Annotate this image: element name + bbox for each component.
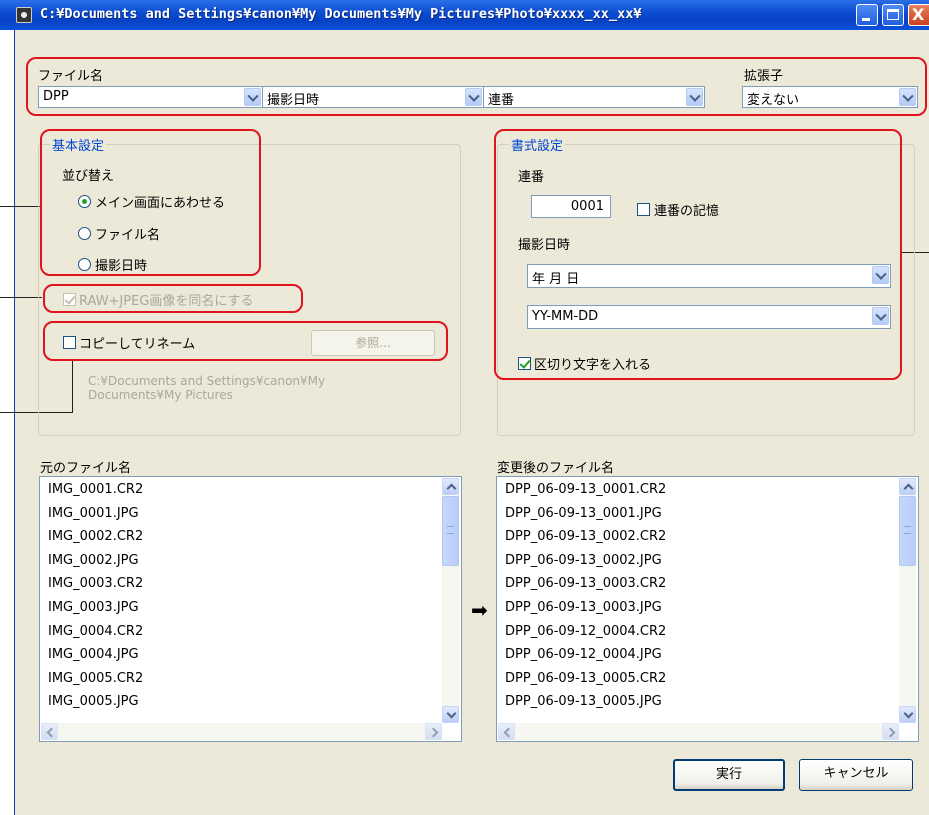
chevron-down-icon[interactable] xyxy=(686,88,703,106)
browse-button[interactable]: 参照... xyxy=(311,330,435,356)
filename-part2-value: 撮影日時 xyxy=(267,93,320,108)
date-order-select[interactable]: 年 月 日 xyxy=(527,264,891,288)
list-item[interactable]: IMG_0005.JPG xyxy=(48,694,139,709)
vertical-scrollbar[interactable] xyxy=(442,478,459,723)
sequence-label: 連番 xyxy=(518,170,545,185)
filename-part1-value: DPP xyxy=(43,89,69,104)
list-item[interactable]: IMG_0004.JPG xyxy=(48,647,139,662)
chevron-down-icon[interactable] xyxy=(872,307,889,325)
window-title: C:¥Documents and Settings¥canon¥My Docum… xyxy=(40,6,642,22)
list-item[interactable]: IMG_0001.JPG xyxy=(48,506,139,521)
list-item[interactable]: DPP_06-09-12_0004.JPG xyxy=(505,647,662,662)
format-highlight xyxy=(494,129,902,380)
renamed-list-label: 変更後のファイル名 xyxy=(497,461,615,476)
chevron-down-icon[interactable] xyxy=(872,266,889,284)
extension-select[interactable]: 変えない xyxy=(742,86,918,108)
checkbox-checked-icon[interactable] xyxy=(63,293,76,306)
list-item[interactable]: IMG_0003.CR2 xyxy=(48,576,143,591)
scroll-left-icon[interactable] xyxy=(498,723,515,740)
cancel-button[interactable]: キャンセル xyxy=(799,759,913,791)
chevron-down-icon[interactable] xyxy=(244,88,261,106)
rename-dialog: C:¥Documents and Settings¥canon¥My Docum… xyxy=(0,0,929,815)
filename-part1-select[interactable]: DPP xyxy=(38,86,263,108)
extension-label: 拡張子 xyxy=(744,69,784,84)
chevron-down-icon[interactable] xyxy=(899,88,916,106)
horizontal-scrollbar[interactable] xyxy=(498,723,899,740)
camera-icon xyxy=(16,7,32,23)
list-item[interactable]: DPP_06-09-13_0003.JPG xyxy=(505,600,662,615)
scroll-left-icon[interactable] xyxy=(41,723,58,740)
list-item[interactable]: DPP_06-09-13_0003.CR2 xyxy=(505,576,666,591)
scroll-down-icon[interactable] xyxy=(899,706,916,723)
minimize-button[interactable] xyxy=(856,4,878,26)
radio-icon[interactable] xyxy=(78,227,91,240)
annotation-line xyxy=(0,206,42,207)
scrollbar-thumb[interactable] xyxy=(899,496,916,566)
filename-part3-select[interactable]: 連番 xyxy=(483,86,705,108)
list-item[interactable]: DPP_06-09-12_0004.CR2 xyxy=(505,624,666,639)
maximize-button[interactable] xyxy=(882,4,904,26)
sort-label: 並び替え xyxy=(62,169,115,184)
arrow-right-icon: ➡ xyxy=(471,598,488,622)
left-margin xyxy=(0,30,14,815)
annotation-line xyxy=(0,297,42,298)
original-file-list[interactable]: IMG_0001.CR2 IMG_0001.JPG IMG_0002.CR2 IMG_… xyxy=(39,476,462,742)
list-item[interactable]: IMG_0004.CR2 xyxy=(48,624,143,639)
sequence-memory-label: 連番の記憶 xyxy=(654,204,720,219)
vertical-scrollbar[interactable] xyxy=(899,478,916,723)
radio-selected-icon[interactable] xyxy=(78,195,91,208)
sequence-value: 0001 xyxy=(570,199,604,214)
original-list-label: 元のファイル名 xyxy=(40,461,132,476)
list-item[interactable]: DPP_06-09-13_0005.CR2 xyxy=(505,671,666,686)
scrollbar-thumb[interactable] xyxy=(442,496,459,566)
list-item[interactable]: IMG_0003.JPG xyxy=(48,600,139,615)
shooting-date-label: 撮影日時 xyxy=(518,238,571,253)
close-button[interactable]: X xyxy=(908,4,929,26)
destination-path: C:¥Documents and Settings¥canon¥My Docum… xyxy=(88,374,326,402)
sort-option-label: ファイル名 xyxy=(95,228,161,243)
filename-part2-select[interactable]: 撮影日時 xyxy=(262,86,484,108)
separator-label: 区切り文字を入れる xyxy=(534,358,652,373)
scroll-down-icon[interactable] xyxy=(442,706,459,723)
raw-jpeg-label: RAW+JPEG画像を同名にする xyxy=(79,294,254,309)
date-order-value: 年 月 日 xyxy=(532,272,580,287)
list-item[interactable]: DPP_06-09-13_0001.CR2 xyxy=(505,482,666,497)
scroll-up-icon[interactable] xyxy=(442,478,459,495)
maximize-icon xyxy=(887,9,899,20)
checkbox-icon[interactable] xyxy=(63,336,76,349)
date-format-select[interactable]: YY-MM-DD xyxy=(527,305,891,329)
list-item[interactable]: DPP_06-09-13_0002.JPG xyxy=(505,553,662,568)
radio-icon[interactable] xyxy=(78,258,91,271)
run-button[interactable]: 実行 xyxy=(673,759,785,791)
filename-part3-value: 連番 xyxy=(488,93,515,108)
sort-option-label: メイン画面にあわせる xyxy=(95,196,226,211)
checkbox-checked-icon[interactable] xyxy=(518,357,531,370)
extension-value: 変えない xyxy=(747,93,800,108)
title-bar[interactable]: C:¥Documents and Settings¥canon¥My Docum… xyxy=(0,0,929,30)
close-icon: X xyxy=(912,5,925,24)
list-item[interactable]: IMG_0001.CR2 xyxy=(48,482,143,497)
scroll-right-icon[interactable] xyxy=(882,723,899,740)
chevron-down-icon[interactable] xyxy=(465,88,482,106)
renamed-file-list[interactable]: DPP_06-09-13_0001.CR2 DPP_06-09-13_0001.J… xyxy=(496,476,919,742)
list-item[interactable]: IMG_0002.CR2 xyxy=(48,529,143,544)
copy-rename-label: コピーしてリネーム xyxy=(79,337,196,352)
list-item[interactable]: IMG_0002.JPG xyxy=(48,553,139,568)
scroll-up-icon[interactable] xyxy=(899,478,916,495)
checkbox-icon[interactable] xyxy=(637,203,650,216)
filename-label: ファイル名 xyxy=(38,69,104,84)
list-item[interactable]: DPP_06-09-13_0005.JPG xyxy=(505,694,662,709)
sort-option-label: 撮影日時 xyxy=(95,259,148,274)
date-format-value: YY-MM-DD xyxy=(532,309,599,324)
sequence-input[interactable]: 0001 xyxy=(531,195,611,218)
minimize-icon xyxy=(862,18,870,21)
scroll-right-icon[interactable] xyxy=(425,723,442,740)
horizontal-scrollbar[interactable] xyxy=(41,723,442,740)
list-item[interactable]: DPP_06-09-13_0001.JPG xyxy=(505,506,662,521)
list-item[interactable]: IMG_0005.CR2 xyxy=(48,671,143,686)
list-item[interactable]: DPP_06-09-13_0002.CR2 xyxy=(505,529,666,544)
